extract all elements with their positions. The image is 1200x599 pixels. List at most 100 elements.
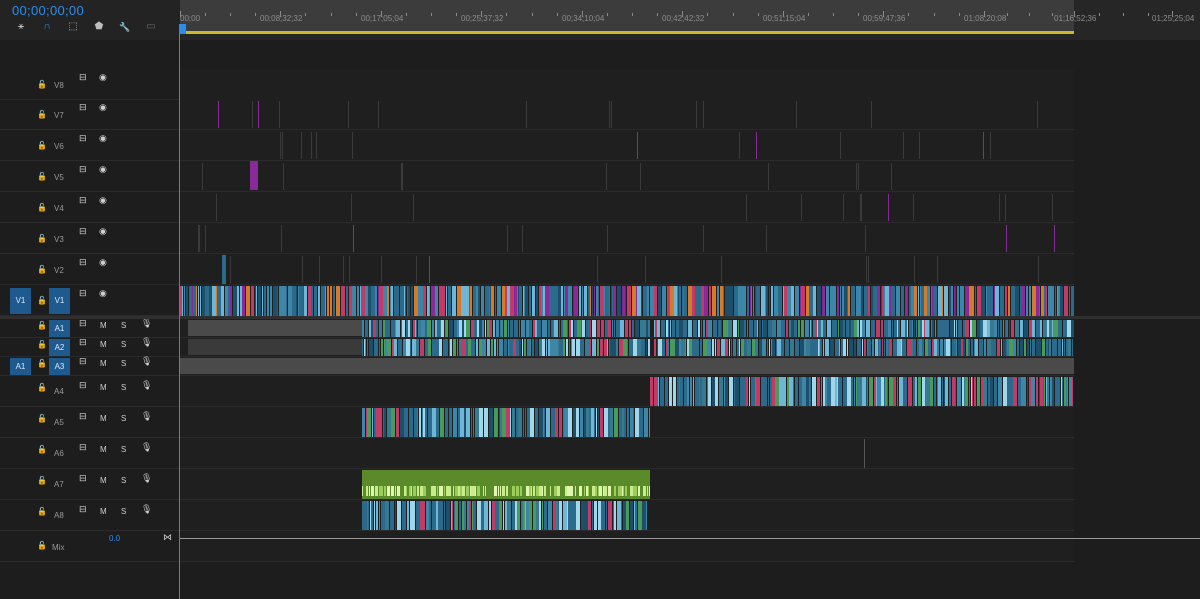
v1-clip[interactable] xyxy=(267,286,269,316)
a1-clip[interactable] xyxy=(994,320,997,337)
v1-clip[interactable] xyxy=(405,286,406,316)
upper-video-clip[interactable] xyxy=(316,132,317,159)
upper-video-clip[interactable] xyxy=(351,194,352,221)
a2-clip[interactable] xyxy=(494,339,496,356)
v1-clip[interactable] xyxy=(387,286,389,316)
v1-clip[interactable] xyxy=(243,286,245,316)
v1-clip[interactable] xyxy=(495,286,496,316)
upper-video-clip[interactable] xyxy=(1005,194,1006,221)
a8-clip[interactable] xyxy=(376,501,378,530)
a2-clip[interactable] xyxy=(937,339,939,356)
a5-clip[interactable] xyxy=(594,408,595,437)
v1-clip[interactable] xyxy=(286,286,287,316)
a7-waveform[interactable] xyxy=(498,486,499,496)
v1-clip[interactable] xyxy=(262,286,263,316)
a1-clip[interactable] xyxy=(672,320,675,337)
microphone-icon[interactable]: 🎙 xyxy=(141,337,152,348)
a8-clip[interactable] xyxy=(397,501,401,530)
a5-clip[interactable] xyxy=(449,408,452,437)
a8-clip[interactable] xyxy=(635,501,637,530)
v1-clip[interactable] xyxy=(717,286,719,316)
a4-clip[interactable] xyxy=(749,377,750,406)
a8-clip[interactable] xyxy=(374,501,375,530)
a1-clip[interactable] xyxy=(749,320,753,337)
a2-clip[interactable] xyxy=(381,339,383,356)
a2-clip[interactable] xyxy=(654,339,656,356)
v1-clip[interactable] xyxy=(1029,286,1031,316)
v1-clip[interactable] xyxy=(318,286,320,316)
upper-video-clip[interactable] xyxy=(919,132,920,159)
upper-video-clip[interactable] xyxy=(522,225,523,252)
a7-waveform[interactable] xyxy=(522,486,525,496)
a5-clip[interactable] xyxy=(425,408,427,437)
a2-clip[interactable] xyxy=(922,339,924,356)
mute-button[interactable]: M xyxy=(100,340,107,349)
a2-clip[interactable] xyxy=(731,339,732,356)
upper-video-clip[interactable] xyxy=(868,256,869,283)
a1-clip[interactable] xyxy=(871,320,875,337)
v1-clip[interactable] xyxy=(1039,286,1040,316)
v1-clip[interactable] xyxy=(561,286,563,316)
solo-button[interactable]: S xyxy=(121,445,126,454)
a5-clip[interactable] xyxy=(384,408,386,437)
track-lanes[interactable] xyxy=(180,40,1200,599)
v1-clip[interactable] xyxy=(574,286,578,316)
solo-button[interactable]: S xyxy=(121,383,126,392)
v1-clip[interactable] xyxy=(723,286,724,316)
a5-clip[interactable] xyxy=(518,408,522,437)
v1-clip[interactable] xyxy=(751,286,752,316)
v1-clip[interactable] xyxy=(519,286,522,316)
v1-clip[interactable] xyxy=(246,286,250,316)
v1-clip[interactable] xyxy=(960,286,964,316)
v1-clip[interactable] xyxy=(820,286,821,316)
v5-clip[interactable] xyxy=(250,161,258,190)
a2-clip[interactable] xyxy=(1020,339,1023,356)
upper-video-clip[interactable] xyxy=(637,132,638,159)
a1-clip[interactable] xyxy=(670,320,671,337)
v1-clip[interactable] xyxy=(766,286,768,316)
a4-clip[interactable] xyxy=(869,377,873,406)
a1-clip[interactable] xyxy=(1040,320,1042,337)
a1-clip[interactable] xyxy=(482,320,484,337)
a8-clip[interactable] xyxy=(444,501,445,530)
a4-clip[interactable] xyxy=(817,377,820,406)
a4-clip[interactable] xyxy=(658,377,659,406)
v1-clip[interactable] xyxy=(1026,286,1028,316)
a2-clip[interactable] xyxy=(491,339,493,356)
video-lane-v7[interactable] xyxy=(180,99,1074,130)
v1-clip[interactable] xyxy=(481,286,484,316)
v1-clip[interactable] xyxy=(795,286,799,316)
microphone-icon[interactable]: 🎙 xyxy=(141,442,152,453)
a4-clip[interactable] xyxy=(687,377,689,406)
a8-clip[interactable] xyxy=(371,501,373,530)
a7-waveform[interactable] xyxy=(628,486,629,496)
a1-clip[interactable] xyxy=(772,320,776,337)
a2-clip[interactable] xyxy=(535,339,538,356)
a8-clip[interactable] xyxy=(542,501,543,530)
v1-clip[interactable] xyxy=(325,286,326,316)
a4-clip[interactable] xyxy=(893,377,896,406)
time-ruler[interactable]: 00;00 00;08;32;32 00;17;05;04 00;25;37;32 00… xyxy=(180,0,1200,40)
a7-waveform[interactable] xyxy=(599,486,602,496)
v1-clip[interactable] xyxy=(455,286,456,316)
v1-clip[interactable] xyxy=(186,286,188,316)
a2-clip[interactable] xyxy=(902,339,906,356)
upper-video-clip[interactable] xyxy=(606,163,607,190)
a1-clip[interactable] xyxy=(1020,320,1023,337)
solo-button[interactable]: S xyxy=(121,414,126,423)
mute-button[interactable]: M xyxy=(100,414,107,423)
a4-clip[interactable] xyxy=(897,377,898,406)
a5-clip[interactable] xyxy=(559,408,562,437)
a8-clip[interactable] xyxy=(614,501,616,530)
a1-clip[interactable] xyxy=(410,320,412,337)
mix-volume-value[interactable]: 0.0 xyxy=(109,534,120,543)
a5-clip[interactable] xyxy=(372,408,373,437)
upper-video-clip[interactable] xyxy=(401,163,402,190)
v1-clip[interactable] xyxy=(1071,286,1074,316)
upper-video-clip[interactable] xyxy=(507,225,508,252)
a2-clip[interactable] xyxy=(839,339,840,356)
a2-clip[interactable] xyxy=(882,339,883,356)
a8-clip[interactable] xyxy=(630,501,633,530)
a1-clip[interactable] xyxy=(811,320,812,337)
v1-clip[interactable] xyxy=(654,286,657,316)
